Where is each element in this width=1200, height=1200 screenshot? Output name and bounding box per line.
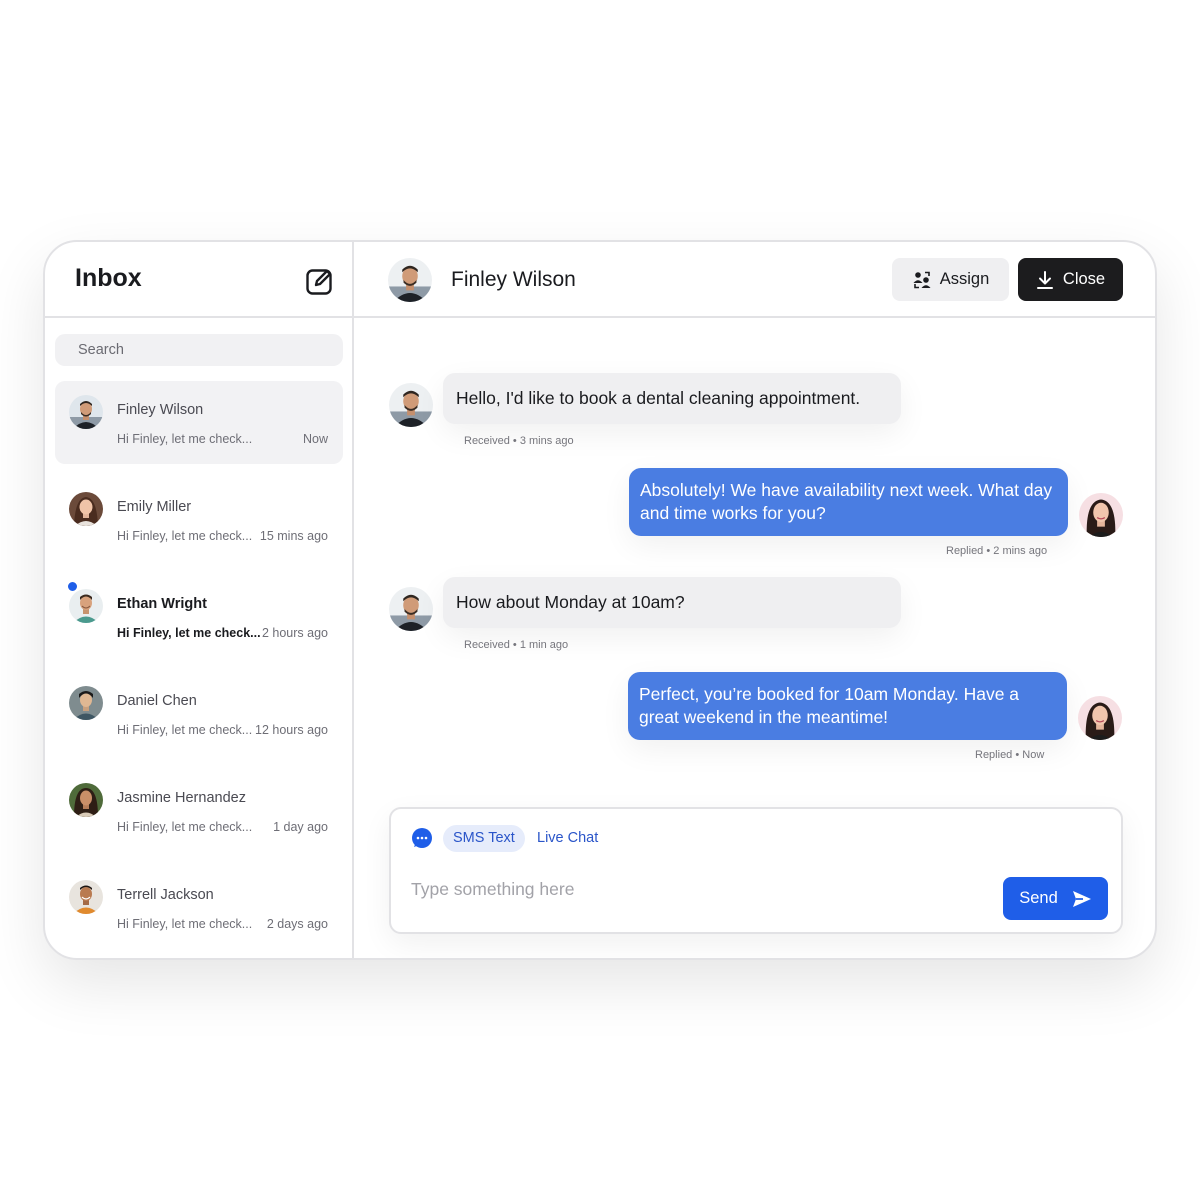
- contact-name: Finley Wilson: [451, 268, 576, 291]
- conversation-name: Emily Miller: [117, 499, 192, 515]
- conversation-name: Finley Wilson: [117, 402, 204, 418]
- conversation-list: Finley Wilson Hi Finley, let me check...…: [55, 381, 343, 958]
- conversation-panel: Finley Wilson Assign Close Hello, I'd li…: [354, 242, 1155, 958]
- assign-label: Assign: [939, 270, 990, 288]
- incoming-message: How about Monday at 10am?: [443, 577, 901, 628]
- conversation-item-ethan-wright[interactable]: Ethan Wright Hi Finley, let me check... …: [55, 575, 343, 658]
- contact-avatar: [388, 258, 432, 302]
- conversation-preview: Hi Finley, let me check...: [117, 917, 253, 931]
- conversation-time: 1 day ago: [273, 820, 328, 834]
- inbox-window: Inbox Search Finley Wilson Hi Finley, le…: [43, 240, 1157, 960]
- conversation-preview: Hi Finley, let me check...: [117, 626, 261, 640]
- channel-tab-live-chat[interactable]: Live Chat: [537, 825, 598, 852]
- agent-avatar: [1078, 696, 1122, 740]
- conversation-header: Finley Wilson Assign Close: [354, 242, 1155, 318]
- close-label: Close: [1062, 270, 1106, 288]
- conversation-item-daniel-chen[interactable]: Daniel Chen Hi Finley, let me check... 1…: [55, 672, 343, 755]
- message-input[interactable]: [411, 875, 971, 903]
- message-meta: Received • 1 min ago: [464, 639, 569, 651]
- compose-icon: [306, 269, 332, 295]
- conversation-time: 2 days ago: [266, 917, 328, 931]
- avatar: [69, 492, 103, 526]
- send-label: Send: [1019, 889, 1058, 907]
- close-button[interactable]: Close: [1018, 258, 1123, 301]
- download-icon: [1036, 270, 1053, 289]
- avatar: [69, 589, 103, 623]
- channel-tab-sms-text[interactable]: SMS Text: [443, 825, 525, 852]
- conversation-preview: Hi Finley, let me check...: [117, 432, 253, 446]
- conversation-item-terrell-jackson[interactable]: Terrell Jackson Hi Finley, let me check.…: [55, 866, 343, 949]
- conversation-item-emily-miller[interactable]: Emily Miller Hi Finley, let me check... …: [55, 478, 343, 561]
- inbox-title: Inbox: [75, 264, 142, 292]
- conversation-time: Now: [302, 432, 328, 446]
- compose-button[interactable]: [305, 266, 335, 296]
- conversation-time: 15 mins ago: [259, 529, 328, 543]
- incoming-message: Hello, I'd like to book a dental cleanin…: [443, 373, 901, 424]
- agent-avatar: [1079, 493, 1123, 537]
- conversation-name: Terrell Jackson: [117, 887, 214, 903]
- conversation-preview: Hi Finley, let me check...: [117, 723, 253, 737]
- message-meta: Replied • 2 mins ago: [946, 545, 1048, 557]
- assign-button[interactable]: Assign: [892, 258, 1009, 301]
- sidebar-header: Inbox: [45, 242, 352, 318]
- search-input[interactable]: Search: [55, 334, 343, 366]
- message-meta: Replied • Now: [975, 749, 1045, 761]
- conversation-time: 12 hours ago: [255, 723, 328, 737]
- conversation-preview: Hi Finley, let me check...: [117, 820, 253, 834]
- conversation-sidebar: Inbox Search Finley Wilson Hi Finley, le…: [45, 242, 354, 958]
- conversation-name: Daniel Chen: [117, 693, 197, 709]
- send-button[interactable]: Send: [1003, 877, 1108, 920]
- conversation-name: Jasmine Hernandez: [117, 790, 246, 806]
- avatar: [69, 686, 103, 720]
- conversation-name: Ethan Wright: [117, 596, 207, 612]
- avatar: [69, 395, 103, 429]
- avatar: [69, 783, 103, 817]
- contact-avatar: [389, 587, 433, 631]
- unread-indicator: [67, 581, 78, 592]
- conversation-time: 2 hours ago: [261, 626, 328, 640]
- send-icon: [1072, 890, 1091, 907]
- outgoing-message: Absolutely! We have availability next we…: [629, 468, 1068, 536]
- contact-avatar: [389, 383, 433, 427]
- avatar: [69, 880, 103, 914]
- outgoing-message: Perfect, you’re booked for 10am Monday. …: [628, 672, 1067, 740]
- conversation-preview: Hi Finley, let me check...: [117, 529, 253, 543]
- conversation-item-jasmine-hernandez[interactable]: Jasmine Hernandez Hi Finley, let me chec…: [55, 769, 343, 852]
- assign-users-icon: [913, 271, 931, 288]
- message-meta: Received • 3 mins ago: [464, 435, 574, 447]
- conversation-item-finley-wilson[interactable]: Finley Wilson Hi Finley, let me check...…: [55, 381, 343, 464]
- chat-bubble-icon: [412, 828, 432, 848]
- message-composer: SMS Text Live Chat Send: [389, 807, 1123, 934]
